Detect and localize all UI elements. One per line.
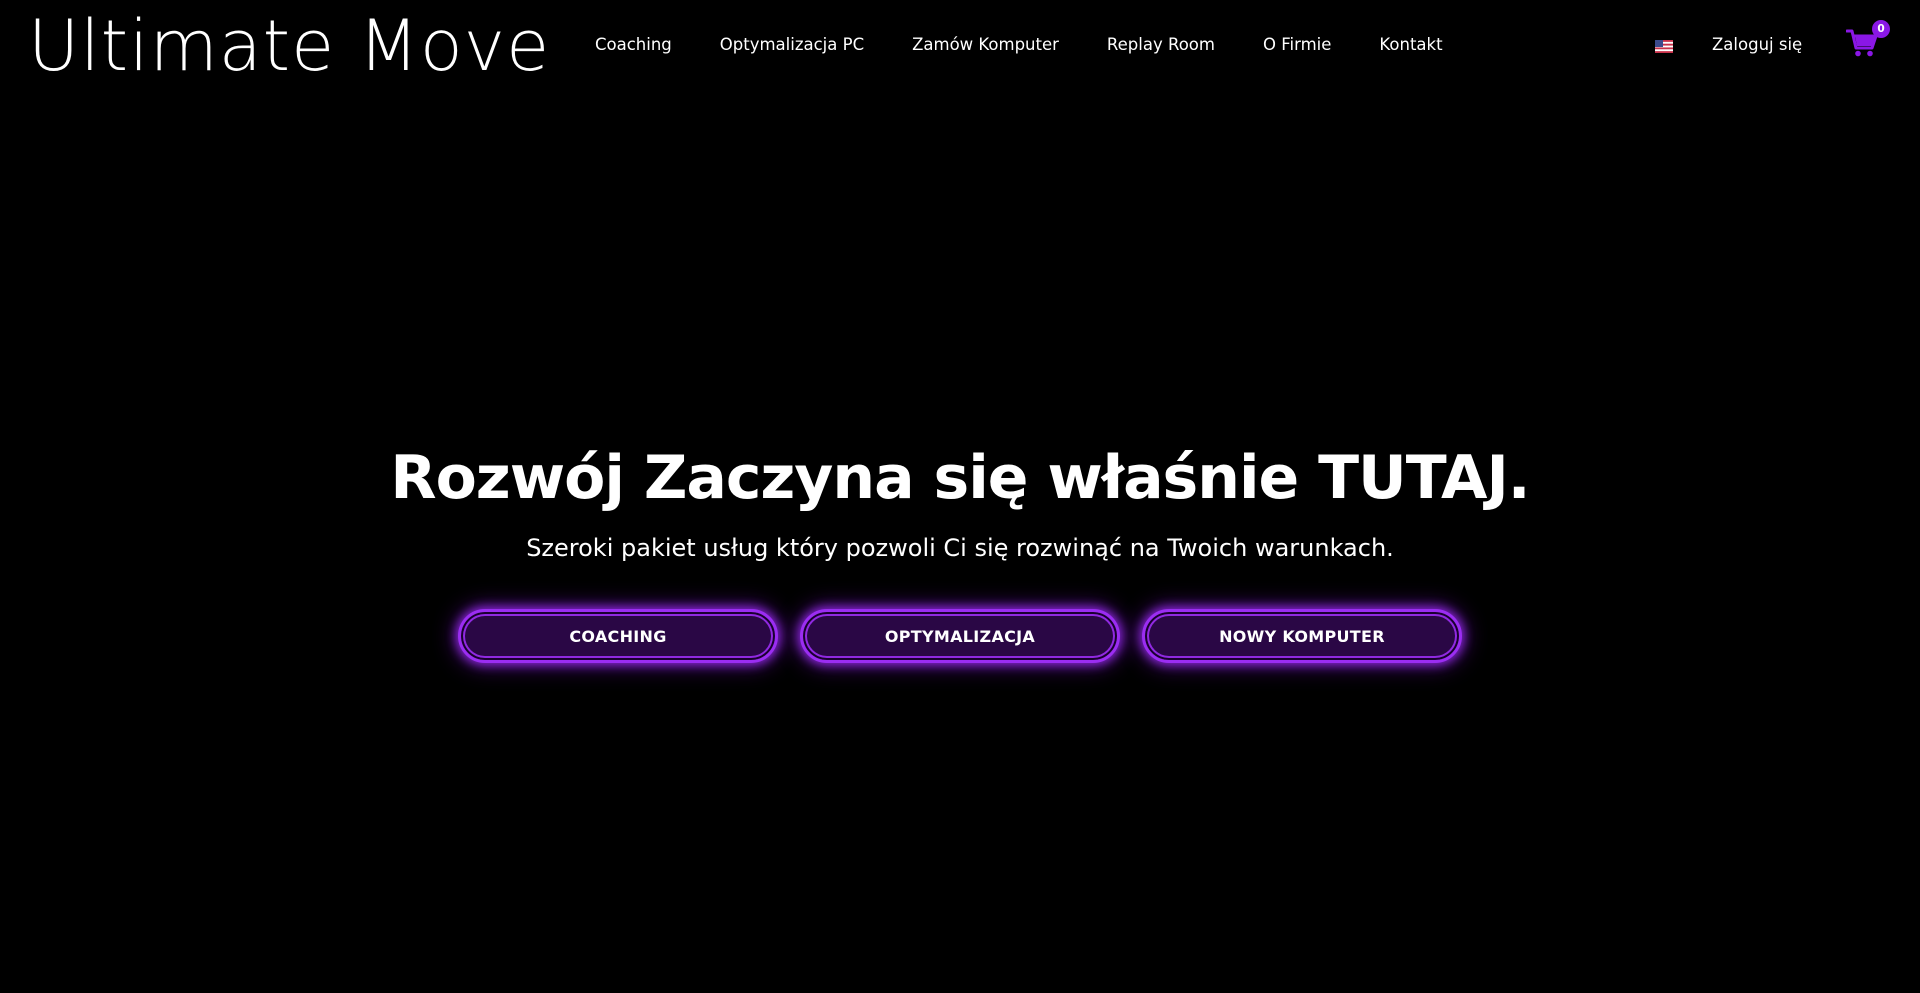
site-header: Ultimate Move Coaching Optymalizacja PC … bbox=[0, 0, 1920, 92]
nav-item-optymalizacja-pc[interactable]: Optymalizacja PC bbox=[720, 32, 864, 58]
us-flag-icon[interactable] bbox=[1655, 40, 1673, 53]
coaching-button[interactable]: COACHING bbox=[458, 609, 778, 663]
hero-section: Rozwój Zaczyna się właśnie TUTAJ. Szerok… bbox=[0, 430, 1920, 566]
site-logo[interactable]: Ultimate Move bbox=[28, 4, 550, 88]
hero-cta-group: COACHING OPTYMALIZACJA NOWY KOMPUTER bbox=[0, 609, 1920, 663]
hero-subtitle: Szeroki pakiet usług który pozwoli Ci si… bbox=[526, 534, 1394, 562]
main-nav: Coaching Optymalizacja PC Zamów Komputer… bbox=[595, 32, 1443, 58]
nav-item-coaching[interactable]: Coaching bbox=[595, 32, 672, 58]
nav-item-replay-room[interactable]: Replay Room bbox=[1107, 32, 1215, 58]
nowy-komputer-button[interactable]: NOWY KOMPUTER bbox=[1142, 609, 1462, 663]
cart-count-badge: 0 bbox=[1872, 20, 1890, 38]
nav-item-o-firmie[interactable]: O Firmie bbox=[1263, 32, 1331, 58]
page: Ultimate Move Coaching Optymalizacja PC … bbox=[0, 0, 1920, 993]
nav-item-zamow-komputer[interactable]: Zamów Komputer bbox=[912, 32, 1059, 58]
login-link[interactable]: Zaloguj się bbox=[1712, 32, 1802, 58]
hero-title: Rozwój Zaczyna się właśnie TUTAJ. bbox=[390, 443, 1530, 513]
optymalizacja-button[interactable]: OPTYMALIZACJA bbox=[800, 609, 1120, 663]
nav-item-kontakt[interactable]: Kontakt bbox=[1379, 32, 1442, 58]
